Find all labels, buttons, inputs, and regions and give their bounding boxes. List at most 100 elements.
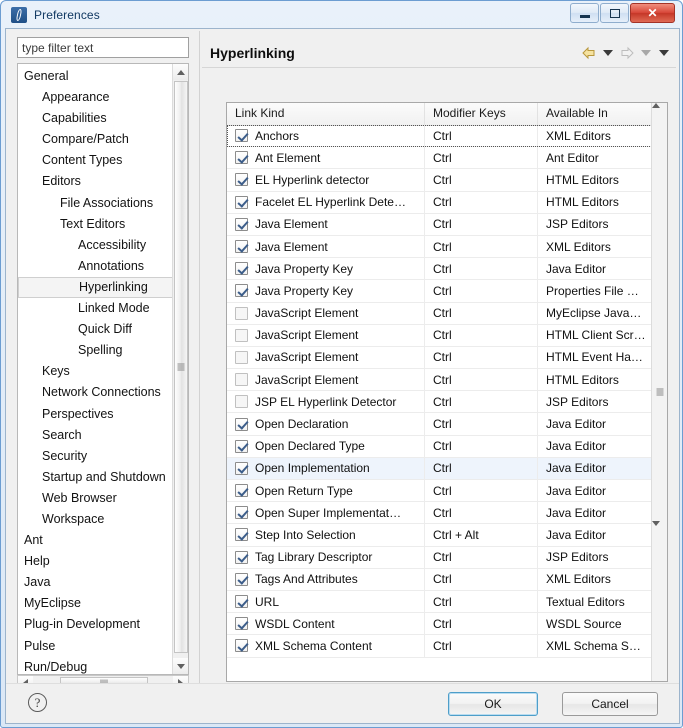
sidebar-item-text-editors[interactable]: Text Editors bbox=[18, 214, 173, 235]
sidebar-item-web-browser[interactable]: Web Browser bbox=[18, 488, 173, 509]
row-checkbox[interactable] bbox=[235, 417, 248, 431]
sidebar-item-file-associations[interactable]: File Associations bbox=[18, 193, 173, 214]
table-row[interactable]: Anchors Ctrl XML Editors bbox=[227, 125, 652, 148]
sidebar-item-compare-patch[interactable]: Compare/Patch bbox=[18, 129, 173, 150]
row-checkbox[interactable] bbox=[235, 639, 248, 653]
row-checkbox[interactable] bbox=[235, 306, 248, 320]
sidebar-item-appearance[interactable]: Appearance bbox=[18, 87, 173, 108]
row-checkbox[interactable] bbox=[235, 572, 248, 586]
minimize-button[interactable] bbox=[570, 3, 599, 23]
table-row[interactable]: Step Into Selection Ctrl + Alt Java Editor bbox=[227, 524, 652, 547]
row-checkbox[interactable] bbox=[235, 195, 248, 209]
sidebar-item-editors[interactable]: Editors bbox=[18, 171, 173, 192]
table-row[interactable]: JavaScript Element Ctrl MyEclipse Java… bbox=[227, 302, 652, 325]
table-row[interactable]: WSDL Content Ctrl WSDL Source bbox=[227, 613, 652, 636]
sidebar-item-search[interactable]: Search bbox=[18, 425, 173, 446]
tree-scrollbar-thumb[interactable] bbox=[174, 81, 188, 653]
sidebar-item-help[interactable]: Help bbox=[18, 551, 173, 572]
table-row[interactable]: URL Ctrl Textual Editors bbox=[227, 590, 652, 614]
view-menu-icon[interactable] bbox=[659, 50, 669, 56]
table-row[interactable]: Java Element Ctrl JSP Editors bbox=[227, 213, 652, 236]
row-checkbox[interactable] bbox=[235, 395, 248, 409]
ok-button[interactable]: OK bbox=[448, 692, 538, 716]
sidebar-item-capabilities[interactable]: Capabilities bbox=[18, 108, 173, 129]
table-row[interactable]: Open Super Implementat… Ctrl Java Editor bbox=[227, 502, 652, 525]
preference-tree[interactable]: General Appearance Capabilities Compare/Pat… bbox=[17, 63, 189, 675]
hyperlink-detectors-table[interactable]: Link Kind Modifier Keys Available In Anc… bbox=[226, 102, 668, 682]
row-checkbox[interactable] bbox=[235, 328, 248, 342]
sidebar-item-ant[interactable]: Ant bbox=[18, 530, 173, 551]
table-row[interactable]: Ant Element Ctrl Ant Editor bbox=[227, 147, 652, 170]
sidebar-item-run-debug[interactable]: Run/Debug bbox=[18, 657, 173, 674]
table-row[interactable]: JavaScript Element Ctrl HTML Editors bbox=[227, 369, 652, 392]
column-header-link-kind[interactable]: Link Kind bbox=[227, 103, 425, 125]
table-scrollbar-thumb[interactable] bbox=[652, 108, 667, 521]
back-arrow-icon[interactable] bbox=[580, 44, 598, 62]
table-row[interactable]: Open Declaration Ctrl Java Editor bbox=[227, 413, 652, 436]
sidebar-item-perspectives[interactable]: Perspectives bbox=[18, 404, 173, 425]
row-checkbox[interactable] bbox=[235, 173, 248, 187]
sidebar-item-hyperlinking[interactable]: Hyperlinking bbox=[18, 276, 173, 299]
table-row[interactable]: XML Schema Content Ctrl XML Schema S… bbox=[227, 635, 652, 658]
row-checkbox[interactable] bbox=[235, 595, 248, 609]
sidebar-item-content-types[interactable]: Content Types bbox=[18, 150, 173, 171]
table-row[interactable]: Tag Library Descriptor Ctrl JSP Editors bbox=[227, 546, 652, 569]
table-scroll-down-button[interactable] bbox=[652, 521, 667, 526]
row-checkbox[interactable] bbox=[235, 129, 248, 143]
sidebar-item-startup-and-shutdown[interactable]: Startup and Shutdown bbox=[18, 467, 173, 488]
tree-vertical-scrollbar[interactable] bbox=[172, 64, 188, 674]
row-checkbox[interactable] bbox=[235, 461, 248, 475]
table-row[interactable]: Facelet EL Hyperlink Dete… Ctrl HTML Edito… bbox=[227, 191, 652, 214]
row-checkbox[interactable] bbox=[235, 439, 248, 453]
column-header-available-in[interactable]: Available In bbox=[538, 103, 648, 125]
row-checkbox[interactable] bbox=[235, 617, 248, 631]
column-header-modifier-keys[interactable]: Modifier Keys bbox=[425, 103, 538, 125]
table-row[interactable]: JavaScript Element Ctrl HTML Event Ha… bbox=[227, 346, 652, 370]
row-checkbox[interactable] bbox=[235, 506, 248, 520]
table-row[interactable]: Open Return Type Ctrl Java Editor bbox=[227, 480, 652, 503]
maximize-button[interactable] bbox=[600, 3, 629, 23]
sidebar-item-linked-mode[interactable]: Linked Mode bbox=[18, 298, 173, 319]
sidebar-item-security[interactable]: Security bbox=[18, 446, 173, 467]
close-button[interactable]: ✕ bbox=[630, 3, 675, 23]
row-checkbox[interactable] bbox=[235, 262, 248, 276]
row-checkbox[interactable] bbox=[235, 240, 248, 254]
row-checkbox[interactable] bbox=[235, 284, 248, 298]
row-checkbox[interactable] bbox=[235, 484, 248, 498]
sidebar-item-quick-diff[interactable]: Quick Diff bbox=[18, 319, 173, 340]
table-row[interactable]: Java Element Ctrl XML Editors bbox=[227, 235, 652, 259]
sidebar-item-myeclipse[interactable]: MyEclipse bbox=[18, 593, 173, 614]
cancel-button[interactable]: Cancel bbox=[562, 692, 658, 716]
sidebar-item-accessibility[interactable]: Accessibility bbox=[18, 235, 173, 256]
sidebar-item-plug-in-development[interactable]: Plug-in Development bbox=[18, 614, 173, 635]
filter-input[interactable] bbox=[17, 37, 189, 58]
table-row[interactable]: EL Hyperlink detector Ctrl HTML Editors bbox=[227, 169, 652, 192]
table-row[interactable]: Tags And Attributes Ctrl XML Editors bbox=[227, 568, 652, 591]
table-row[interactable]: Open Declared Type Ctrl Java Editor bbox=[227, 435, 652, 458]
sidebar-item-pulse[interactable]: Pulse bbox=[18, 636, 173, 657]
table-row[interactable]: JavaScript Element Ctrl HTML Client Scr… bbox=[227, 324, 652, 347]
row-checkbox[interactable] bbox=[235, 528, 248, 542]
table-row[interactable]: Java Property Key Ctrl Properties File … bbox=[227, 280, 652, 303]
row-checkbox[interactable] bbox=[235, 350, 248, 364]
sidebar-item-annotations[interactable]: Annotations bbox=[18, 256, 173, 277]
tree-scroll-up-button[interactable] bbox=[173, 64, 188, 80]
tree-scroll-down-button[interactable] bbox=[173, 658, 188, 674]
sidebar-item-java[interactable]: Java bbox=[18, 572, 173, 593]
sidebar-item-network-connections[interactable]: Network Connections bbox=[18, 382, 173, 403]
help-icon[interactable]: ? bbox=[28, 693, 47, 712]
cell-available-in: Ant Editor bbox=[546, 150, 599, 165]
row-checkbox[interactable] bbox=[235, 550, 248, 564]
row-checkbox[interactable] bbox=[235, 373, 248, 387]
sidebar-item-workspace[interactable]: Workspace bbox=[18, 509, 173, 530]
table-row[interactable]: Java Property Key Ctrl Java Editor bbox=[227, 258, 652, 281]
table-row[interactable]: Open Implementation Ctrl Java Editor bbox=[227, 457, 652, 480]
table-row[interactable]: JSP EL Hyperlink Detector Ctrl JSP Editors bbox=[227, 391, 652, 414]
back-dropdown-icon[interactable] bbox=[603, 50, 613, 56]
table-vertical-scrollbar[interactable] bbox=[651, 103, 667, 681]
row-checkbox[interactable] bbox=[235, 151, 248, 165]
sidebar-item-spelling[interactable]: Spelling bbox=[18, 340, 173, 361]
sidebar-item-general[interactable]: General bbox=[18, 66, 173, 87]
row-checkbox[interactable] bbox=[235, 217, 248, 231]
sidebar-item-keys[interactable]: Keys bbox=[18, 361, 173, 382]
